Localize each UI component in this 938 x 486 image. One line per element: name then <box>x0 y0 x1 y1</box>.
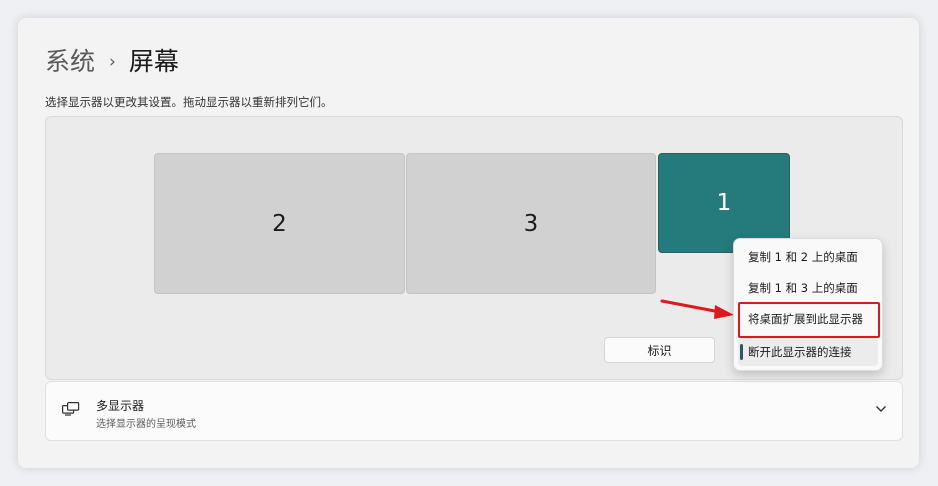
breadcrumb: 系统 › 屏幕 <box>45 45 179 79</box>
multiple-displays-title: 多显示器 <box>96 399 145 413</box>
multiple-displays-subtitle: 选择显示器的呈现模式 <box>96 419 196 430</box>
page-title: 屏幕 <box>128 47 179 76</box>
monitor-2[interactable]: 2 <box>154 153 405 294</box>
menu-item-duplicate-1-2[interactable]: 复制 1 和 2 上的桌面 <box>738 243 878 271</box>
breadcrumb-separator-icon: › <box>109 52 116 72</box>
menu-item-extend-desktop[interactable]: 将桌面扩展到此显示器 <box>738 305 878 333</box>
display-description: 选择显示器以更改其设置。拖动显示器以重新排列它们。 <box>45 95 333 109</box>
identify-button[interactable]: 标识 <box>604 337 715 363</box>
menu-item-disconnect-label: 断开此显示器的连接 <box>748 345 852 359</box>
menu-item-duplicate-1-3[interactable]: 复制 1 和 3 上的桌面 <box>738 274 878 302</box>
breadcrumb-system[interactable]: 系统 <box>45 45 95 79</box>
active-indicator <box>740 344 743 360</box>
menu-item-disconnect-display[interactable]: 断开此显示器的连接 <box>738 338 878 366</box>
multiple-displays-row[interactable]: 多显示器 选择显示器的呈现模式 <box>45 381 903 441</box>
monitor-context-menu: 复制 1 和 2 上的桌面 复制 1 和 3 上的桌面 将桌面扩展到此显示器 断… <box>733 238 883 371</box>
red-arrow-annotation <box>660 299 734 319</box>
monitor-3[interactable]: 3 <box>406 153 656 294</box>
chevron-down-icon[interactable] <box>875 405 887 413</box>
multi-monitor-icon <box>62 402 80 416</box>
